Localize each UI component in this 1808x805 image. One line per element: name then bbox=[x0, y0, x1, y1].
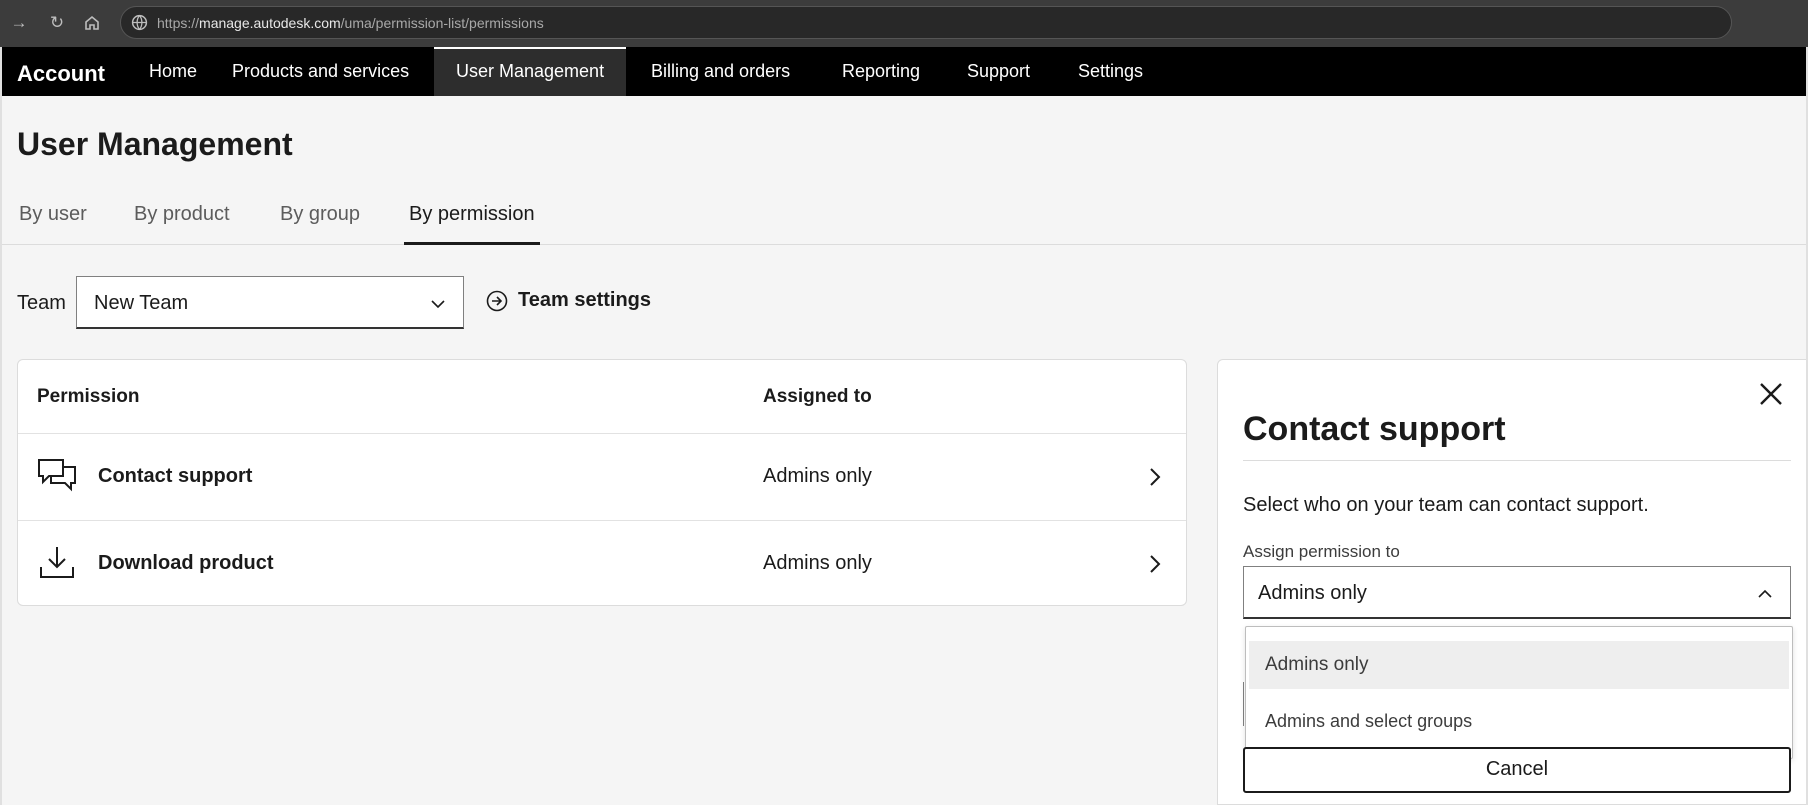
team-select[interactable]: New Team bbox=[76, 276, 464, 329]
panel-divider bbox=[1243, 460, 1791, 461]
nav-reporting[interactable]: Reporting bbox=[820, 47, 942, 96]
assigned-to-value: Admins only bbox=[763, 552, 872, 574]
permission-name: Contact support bbox=[98, 465, 253, 487]
arrow-circle-icon bbox=[486, 290, 508, 311]
column-header-permission: Permission bbox=[37, 386, 140, 407]
app-nav: Account Home Products and services User … bbox=[0, 47, 1808, 96]
chevron-right-icon[interactable] bbox=[1146, 554, 1164, 574]
panel-title: Contact support bbox=[1243, 410, 1506, 448]
chevron-right-icon[interactable] bbox=[1146, 467, 1164, 487]
chevron-up-icon bbox=[1758, 589, 1772, 598]
view-tabs: By user By product By group By permissio… bbox=[0, 195, 1808, 245]
nav-products-and-services[interactable]: Products and services bbox=[210, 47, 431, 96]
column-header-assigned-to: Assigned to bbox=[763, 386, 872, 407]
option-admins-and-select-groups[interactable]: Admins and select groups bbox=[1249, 697, 1789, 745]
close-icon[interactable] bbox=[1758, 381, 1784, 407]
option-admins-only[interactable]: Admins only bbox=[1249, 641, 1789, 689]
tab-by-product[interactable]: By product bbox=[129, 203, 235, 245]
nav-support[interactable]: Support bbox=[945, 47, 1052, 96]
permission-name: Download product bbox=[98, 552, 274, 574]
assigned-to-value: Admins only bbox=[763, 465, 872, 487]
team-settings-label: Team settings bbox=[518, 289, 651, 311]
browser-toolbar: → ↻ https://manage.autodesk.com/uma/perm… bbox=[0, 0, 1808, 47]
nav-settings[interactable]: Settings bbox=[1056, 47, 1165, 96]
chat-bubbles-icon bbox=[38, 459, 76, 492]
permissions-table: Permission Assigned to Contact support A… bbox=[17, 359, 1187, 606]
assign-permission-label: Assign permission to bbox=[1243, 542, 1400, 561]
site-info-icon[interactable] bbox=[131, 14, 148, 31]
brand-account[interactable]: Account bbox=[17, 61, 105, 87]
assign-permission-dropdown: Admins only Admins and select groups bbox=[1245, 626, 1793, 759]
panel-description: Select who on your team can contact supp… bbox=[1243, 494, 1649, 516]
nav-billing-and-orders[interactable]: Billing and orders bbox=[629, 47, 812, 96]
home-icon[interactable] bbox=[80, 11, 104, 35]
tab-by-group[interactable]: By group bbox=[275, 203, 365, 245]
tab-by-user[interactable]: By user bbox=[14, 203, 92, 245]
assign-permission-select[interactable]: Admins only bbox=[1243, 566, 1791, 619]
team-select-value: New Team bbox=[94, 292, 189, 314]
cancel-button[interactable]: Cancel bbox=[1243, 747, 1791, 793]
team-label: Team bbox=[17, 292, 66, 314]
tab-by-permission[interactable]: By permission bbox=[404, 203, 540, 245]
url-text: https://manage.autodesk.com/uma/permissi… bbox=[157, 15, 544, 31]
address-bar[interactable]: https://manage.autodesk.com/uma/permissi… bbox=[120, 6, 1732, 39]
nav-home[interactable]: Home bbox=[127, 47, 219, 96]
forward-icon[interactable]: → bbox=[7, 11, 31, 35]
nav-user-management[interactable]: User Management bbox=[434, 47, 627, 96]
download-icon bbox=[40, 547, 74, 578]
page-title: User Management bbox=[17, 126, 293, 162]
table-row-contact-support[interactable]: Contact support Admins only bbox=[18, 433, 1186, 520]
chevron-down-icon bbox=[431, 300, 445, 309]
team-settings-link[interactable]: Team settings bbox=[486, 289, 651, 312]
reload-icon[interactable]: ↻ bbox=[45, 11, 69, 35]
assign-permission-value: Admins only bbox=[1258, 582, 1367, 604]
table-row-download-product[interactable]: Download product Admins only bbox=[18, 520, 1186, 607]
